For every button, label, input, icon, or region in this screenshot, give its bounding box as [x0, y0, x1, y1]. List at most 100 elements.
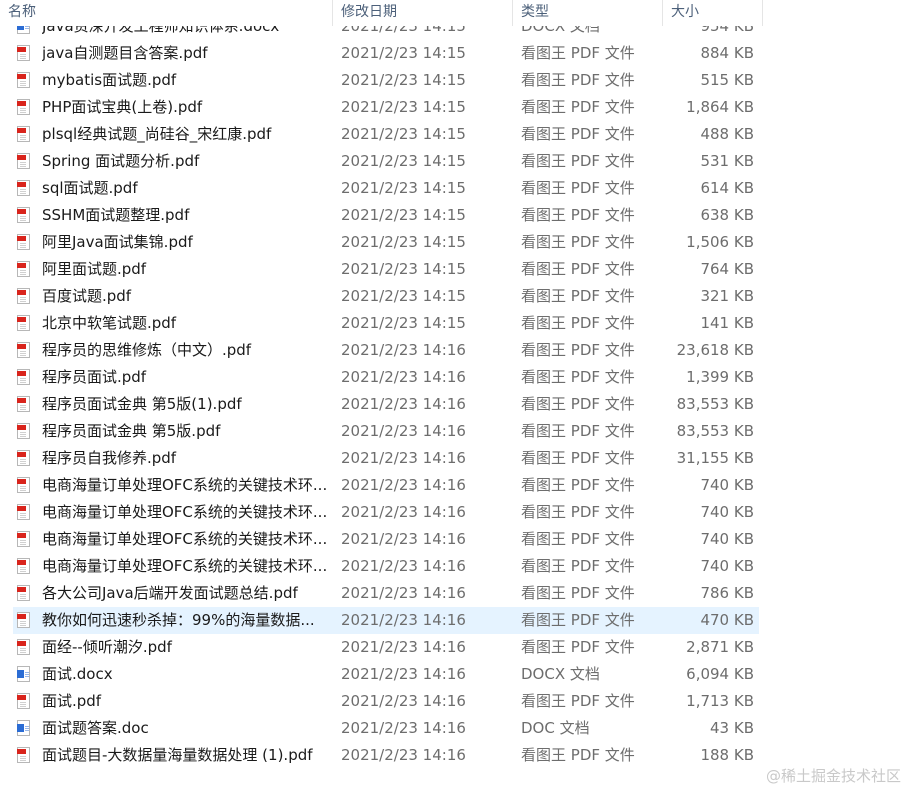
file-row[interactable]: 阿里面试题.pdf 2021/2/23 14:15 看图王 PDF 文件 764 KB: [0, 256, 907, 283]
file-icon-cell: [17, 283, 35, 310]
column-header-size-label: 大小: [671, 4, 699, 20]
pdf-icon: [17, 288, 30, 304]
file-row[interactable]: 百度试题.pdf 2021/2/23 14:15 看图王 PDF 文件 321 KB: [0, 283, 907, 310]
file-name: 面试题答案.doc: [42, 719, 149, 737]
file-name: mybatis面试题.pdf: [42, 71, 177, 89]
file-type: 看图王 PDF 文件: [521, 530, 635, 548]
file-size: 954 KB: [700, 26, 754, 35]
file-name: SSHM面试题整理.pdf: [42, 206, 190, 224]
file-row[interactable]: 电商海量订单处理OFC系统的关键技术环... 2021/2/23 14:16 看图王…: [0, 499, 907, 526]
file-row[interactable]: 程序员的思维修炼（中文）.pdf 2021/2/23 14:16 看图王 PDF 文…: [0, 337, 907, 364]
file-icon-cell: [17, 202, 35, 229]
file-row[interactable]: 阿里Java面试集锦.pdf 2021/2/23 14:15 看图王 PDF 文件 1…: [0, 229, 907, 256]
file-icon-cell: [17, 742, 35, 769]
file-icon-cell: [17, 580, 35, 607]
pdf-icon: [17, 531, 30, 547]
file-row[interactable]: 程序员面试金典 第5版.pdf 2021/2/23 14:16 看图王 PDF 文件…: [0, 418, 907, 445]
file-size: 531 KB: [700, 152, 754, 170]
file-modified-date: 2021/2/23 14:16: [341, 611, 466, 629]
file-size: 488 KB: [700, 125, 754, 143]
file-row[interactable]: 面经--倾听潮汐.pdf 2021/2/23 14:16 看图王 PDF 文件 2,8…: [0, 634, 907, 661]
file-row[interactable]: 面试.pdf 2021/2/23 14:16 看图王 PDF 文件 1,713 KB: [0, 688, 907, 715]
file-list[interactable]: Java资深开发工程师知识体系.docx 2021/2/23 14:15 DOCX …: [0, 26, 907, 794]
file-row[interactable]: Spring 面试题分析.pdf 2021/2/23 14:15 看图王 PDF 文…: [0, 148, 907, 175]
file-name: 电商海量订单处理OFC系统的关键技术环...: [42, 557, 328, 575]
file-modified-date: 2021/2/23 14:15: [341, 125, 466, 143]
file-row[interactable]: 程序员面试金典 第5版(1).pdf 2021/2/23 14:16 看图王 PDF…: [0, 391, 907, 418]
pdf-icon: [17, 504, 30, 520]
file-modified-date: 2021/2/23 14:16: [341, 557, 466, 575]
file-row[interactable]: java自测题目含答案.pdf 2021/2/23 14:15 看图王 PDF 文件…: [0, 40, 907, 67]
file-explorer-window: Java资深开发工程师知识体系.docx 2021/2/23 14:15 DOCX …: [0, 0, 907, 794]
file-row[interactable]: 北京中软笔试题.pdf 2021/2/23 14:15 看图王 PDF 文件 141 …: [0, 310, 907, 337]
column-header-size[interactable]: 大小: [663, 0, 763, 26]
file-icon-cell: [17, 148, 35, 175]
file-name: 阿里面试题.pdf: [42, 260, 147, 278]
file-size: 83,553 KB: [676, 422, 754, 440]
file-name: sql面试题.pdf: [42, 179, 138, 197]
file-row[interactable]: 教你如何迅速秒杀掉：99%的海量数据... 2021/2/23 14:16 看图王 …: [0, 607, 907, 634]
file-size: 1,506 KB: [686, 233, 754, 251]
file-type: 看图王 PDF 文件: [521, 584, 635, 602]
file-size: 2,871 KB: [686, 638, 754, 656]
file-name: 程序员面试.pdf: [42, 368, 147, 386]
file-name: PHP面试宝典(上卷).pdf: [42, 98, 203, 116]
file-modified-date: 2021/2/23 14:16: [341, 449, 466, 467]
file-type: 看图王 PDF 文件: [521, 746, 635, 764]
file-row[interactable]: Java资深开发工程师知识体系.docx 2021/2/23 14:15 DOCX …: [0, 26, 907, 40]
file-name: java自测题目含答案.pdf: [42, 44, 208, 62]
file-size: 740 KB: [700, 503, 754, 521]
file-row[interactable]: mybatis面试题.pdf 2021/2/23 14:15 看图王 PDF 文件 5…: [0, 67, 907, 94]
file-name: 面试.docx: [42, 665, 113, 683]
file-list-scroll[interactable]: Java资深开发工程师知识体系.docx 2021/2/23 14:15 DOCX …: [0, 26, 907, 769]
file-row[interactable]: 电商海量订单处理OFC系统的关键技术环... 2021/2/23 14:16 看图王…: [0, 526, 907, 553]
column-header-type[interactable]: 类型: [513, 0, 663, 26]
file-icon-cell: [17, 445, 35, 472]
file-modified-date: 2021/2/23 14:15: [341, 206, 466, 224]
pdf-icon: [17, 126, 30, 142]
file-type: 看图王 PDF 文件: [521, 341, 635, 359]
file-name: Java资深开发工程师知识体系.docx: [42, 26, 280, 35]
file-row[interactable]: plsql经典试题_尚硅谷_宋红康.pdf 2021/2/23 14:15 看图王 …: [0, 121, 907, 148]
column-header-name[interactable]: 名称 ^: [0, 0, 333, 26]
file-name: 电商海量订单处理OFC系统的关键技术环...: [42, 503, 328, 521]
file-type: 看图王 PDF 文件: [521, 314, 635, 332]
file-type: 看图王 PDF 文件: [521, 611, 635, 629]
file-size: 1,864 KB: [686, 98, 754, 116]
file-size: 141 KB: [700, 314, 754, 332]
docx-icon: [17, 666, 30, 682]
file-icon-cell: [17, 175, 35, 202]
pdf-icon: [17, 639, 30, 655]
pdf-icon: [17, 45, 30, 61]
pdf-icon: [17, 585, 30, 601]
file-row[interactable]: 面试.docx 2021/2/23 14:16 DOCX 文档 6,094 KB: [0, 661, 907, 688]
file-modified-date: 2021/2/23 14:15: [341, 179, 466, 197]
file-size: 884 KB: [700, 44, 754, 62]
file-icon-cell: [17, 553, 35, 580]
pdf-icon: [17, 342, 30, 358]
file-row[interactable]: PHP面试宝典(上卷).pdf 2021/2/23 14:15 看图王 PDF 文件…: [0, 94, 907, 121]
file-icon-cell: [17, 337, 35, 364]
pdf-icon: [17, 558, 30, 574]
column-header-name-label: 名称: [8, 4, 36, 20]
file-row[interactable]: 电商海量订单处理OFC系统的关键技术环... 2021/2/23 14:16 看图王…: [0, 553, 907, 580]
file-row[interactable]: 程序员自我修养.pdf 2021/2/23 14:16 看图王 PDF 文件 31,1…: [0, 445, 907, 472]
column-header-date[interactable]: 修改日期: [333, 0, 513, 26]
file-row[interactable]: sql面试题.pdf 2021/2/23 14:15 看图王 PDF 文件 614 K…: [0, 175, 907, 202]
docx-icon: [17, 26, 30, 34]
file-name: 面试.pdf: [42, 692, 102, 710]
file-row[interactable]: 各大公司Java后端开发面试题总结.pdf 2021/2/23 14:16 看图王 …: [0, 580, 907, 607]
pdf-icon: [17, 369, 30, 385]
file-icon-cell: [17, 40, 35, 67]
file-row[interactable]: 电商海量订单处理OFC系统的关键技术环... 2021/2/23 14:16 看图王…: [0, 472, 907, 499]
file-row[interactable]: SSHM面试题整理.pdf 2021/2/23 14:15 看图王 PDF 文件 63…: [0, 202, 907, 229]
file-size: 740 KB: [700, 557, 754, 575]
pdf-icon: [17, 396, 30, 412]
pdf-icon: [17, 315, 30, 331]
file-row[interactable]: 面试题答案.doc 2021/2/23 14:16 DOC 文档 43 KB: [0, 715, 907, 742]
file-icon-cell: [17, 310, 35, 337]
file-icon-cell: [17, 661, 35, 688]
file-row[interactable]: 程序员面试.pdf 2021/2/23 14:16 看图王 PDF 文件 1,399 …: [0, 364, 907, 391]
doc-icon: [17, 720, 30, 736]
watermark: @稀土掘金技术社区: [765, 767, 901, 785]
